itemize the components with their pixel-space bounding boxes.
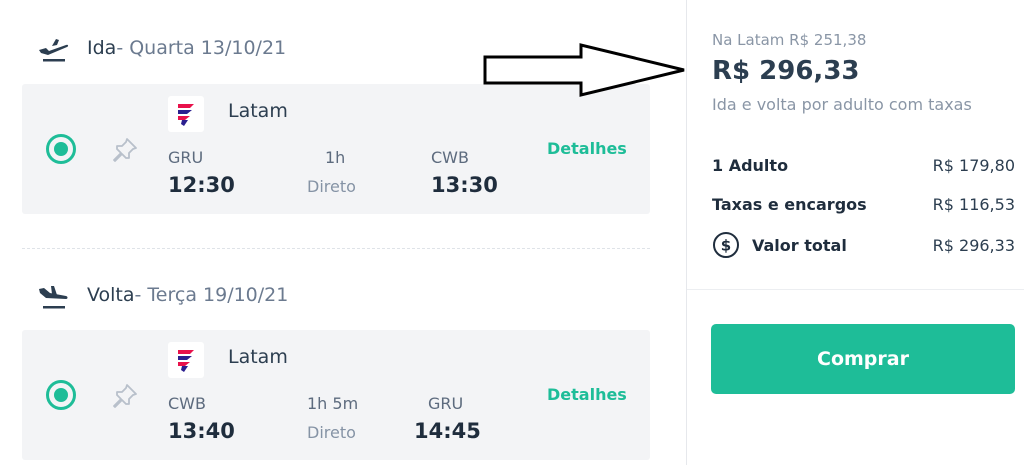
return-header: Volta - Terça 19/10/21 <box>36 280 288 310</box>
return-flight-card[interactable]: Latam CWB 13:40 1h 5m Direto GRU 14:45 D… <box>22 330 650 460</box>
return-arrive-time: 14:45 <box>414 419 481 443</box>
outbound-label: Ida <box>87 37 117 59</box>
svg-text:$: $ <box>721 237 731 255</box>
outbound-header: Ida - Quarta 13/10/21 <box>36 33 286 63</box>
return-origin: CWB <box>168 394 206 413</box>
arrow-annotation <box>483 43 685 97</box>
buy-button[interactable]: Comprar <box>711 324 1015 394</box>
price-summary-panel: Na Latam R$ 251,38 R$ 296,33 Ida e volta… <box>686 0 1024 465</box>
outbound-flight-card[interactable]: Latam GRU 12:30 1h Direto CWB 13:30 Deta… <box>22 84 650 214</box>
price-row-label: 1 Adulto <box>712 156 789 175</box>
leg-divider <box>22 248 650 249</box>
outbound-arrive-time: 13:30 <box>431 173 498 197</box>
outbound-date: - Quarta 13/10/21 <box>116 37 287 59</box>
return-label: Volta <box>87 284 135 306</box>
outbound-depart-time: 12:30 <box>168 173 235 197</box>
latam-logo <box>168 342 204 378</box>
latam-price: Na Latam R$ 251,38 <box>712 31 867 49</box>
return-airline: Latam <box>228 346 288 368</box>
return-duration: 1h 5m <box>307 394 359 413</box>
dollar-circle-icon: $ <box>713 232 739 258</box>
radio-selected-icon[interactable] <box>46 380 76 410</box>
price-row-label: Taxas e encargos <box>712 195 867 214</box>
return-details-link[interactable]: Detalhes <box>547 385 627 404</box>
return-date: - Terça 19/10/21 <box>134 284 289 306</box>
price-row-value: R$ 296,33 <box>932 235 1015 255</box>
outbound-origin: GRU <box>168 148 204 167</box>
outbound-destination: CWB <box>431 148 469 167</box>
price-row-taxes: Taxas e encargos R$ 116,53 <box>712 195 1015 214</box>
radio-selected-icon[interactable] <box>46 134 76 164</box>
price-row-adult: 1 Adulto R$ 179,80 <box>712 156 1015 175</box>
return-destination: GRU <box>428 394 464 413</box>
outbound-duration: 1h <box>325 148 346 167</box>
summary-divider <box>687 289 1024 290</box>
plane-landing-icon <box>39 286 68 309</box>
plane-takeoff-icon <box>39 39 69 62</box>
price-note: Ida e volta por adulto com taxas <box>712 95 972 114</box>
price-row-label: Valor total <box>752 235 847 255</box>
price-row-value: R$ 116,53 <box>932 195 1015 214</box>
outbound-stops: Direto <box>307 177 356 196</box>
pin-icon[interactable] <box>111 382 139 410</box>
price-row-value: R$ 179,80 <box>932 156 1015 175</box>
return-depart-time: 13:40 <box>168 419 235 443</box>
return-stops: Direto <box>307 423 356 442</box>
price-row-total: $ Valor total R$ 296,33 <box>712 231 1015 259</box>
pin-icon[interactable] <box>111 136 139 164</box>
total-price: R$ 296,33 <box>712 56 860 86</box>
outbound-details-link[interactable]: Detalhes <box>547 139 627 158</box>
outbound-airline: Latam <box>228 100 288 122</box>
latam-logo <box>168 96 204 132</box>
